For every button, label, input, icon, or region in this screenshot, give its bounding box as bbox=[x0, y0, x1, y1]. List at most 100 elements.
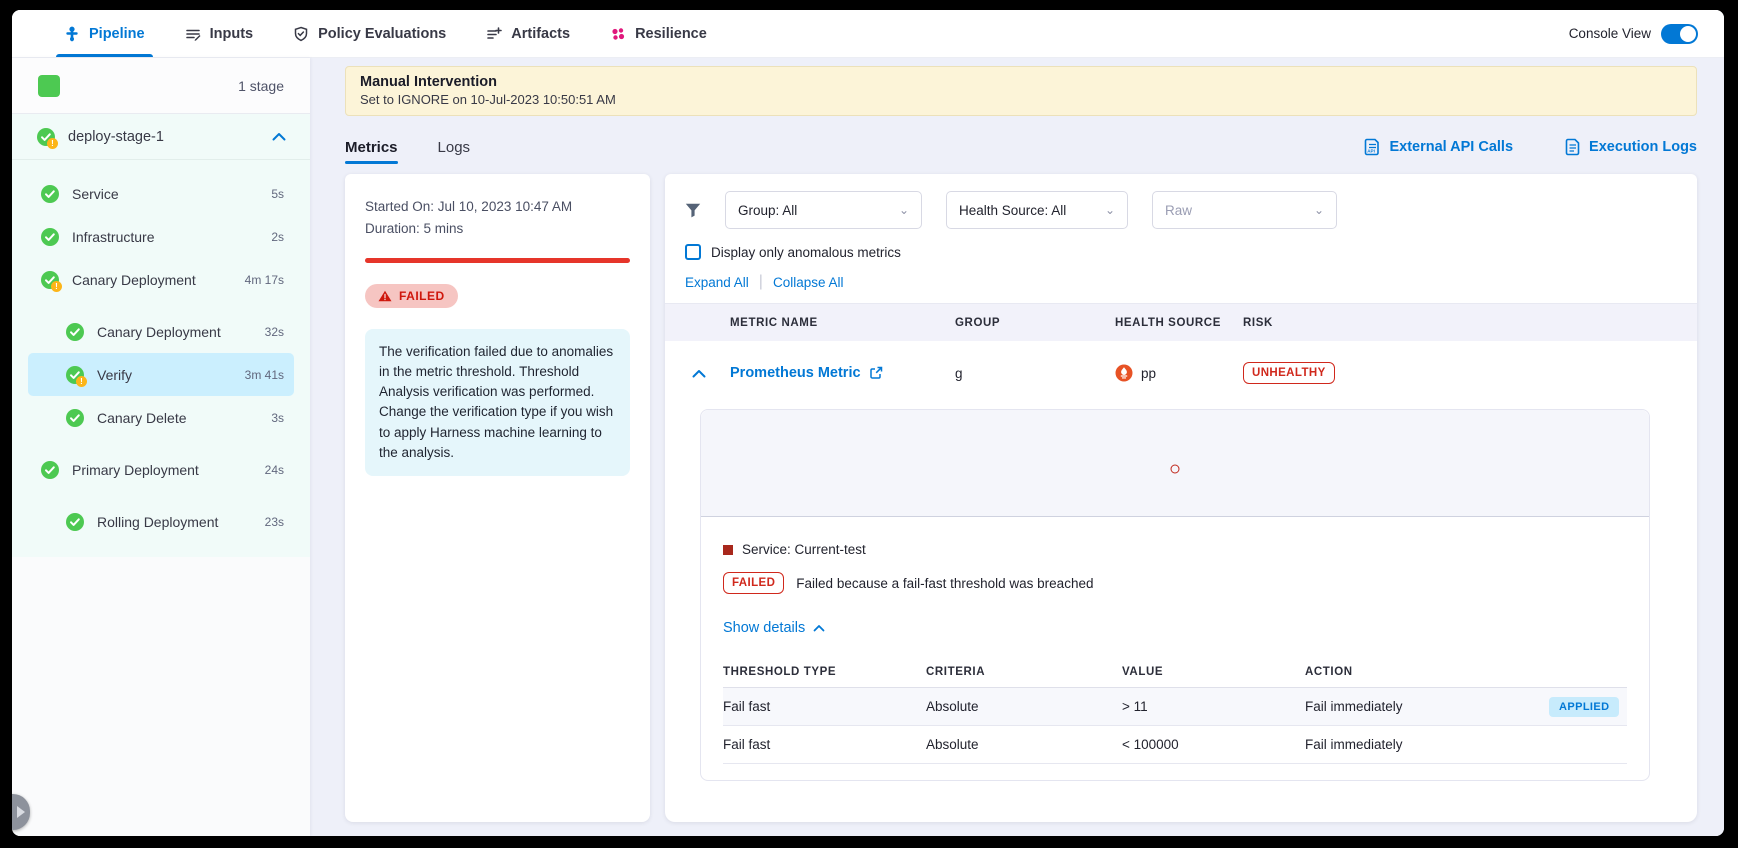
external-api-calls-link[interactable]: API External API Calls bbox=[1364, 138, 1513, 156]
success-check-icon bbox=[65, 322, 85, 342]
execution-logs-link[interactable]: Execution Logs bbox=[1565, 138, 1697, 156]
criteria-cell: Absolute bbox=[926, 737, 1122, 752]
threshold-row-1: Fail fast Absolute > 11 Fail immediately… bbox=[723, 688, 1627, 726]
chart-legend: Service: Current-test bbox=[723, 542, 1649, 557]
collapse-row-chevron-icon[interactable] bbox=[692, 369, 706, 378]
step-label: Rolling Deployment bbox=[97, 514, 218, 530]
pipeline-icon bbox=[64, 26, 80, 42]
risk-badge-unhealthy: UNHEALTHY bbox=[1243, 362, 1335, 384]
data-point-marker[interactable] bbox=[1171, 465, 1180, 474]
step-rolling-deployment[interactable]: Rolling Deployment 23s bbox=[12, 500, 310, 543]
tab-pipeline-label: Pipeline bbox=[89, 26, 145, 42]
tab-metrics[interactable]: Metrics bbox=[345, 139, 398, 164]
step-verify[interactable]: Verify 3m 41s bbox=[28, 353, 294, 396]
threshold-row-2: Fail fast Absolute < 100000 Fail immedia… bbox=[723, 726, 1627, 764]
step-canary-deployment[interactable]: Canary Deployment 32s bbox=[12, 310, 310, 353]
step-canary-deployment-group[interactable]: Canary Deployment 4m 17s bbox=[12, 258, 310, 301]
stage-label: deploy-stage-1 bbox=[68, 129, 164, 145]
col-risk: RISK bbox=[1243, 317, 1697, 329]
col-criteria: CRITERIA bbox=[926, 666, 1122, 678]
verification-message: The verification failed due to anomalies… bbox=[365, 329, 630, 477]
console-view-toggle[interactable] bbox=[1661, 24, 1698, 44]
metric-name-link[interactable]: Prometheus Metric bbox=[730, 365, 955, 381]
raw-filter-placeholder: Raw bbox=[1165, 203, 1192, 218]
tab-inputs[interactable]: Inputs bbox=[185, 10, 254, 57]
expand-all-link[interactable]: Expand All bbox=[685, 275, 749, 290]
chevron-down-icon: ⌄ bbox=[1105, 203, 1115, 217]
verification-summary-card: Started On: Jul 10, 2023 10:47 AM Durati… bbox=[345, 174, 650, 822]
group-filter-dropdown[interactable]: Group: All ⌄ bbox=[725, 191, 922, 229]
value-cell: > 11 bbox=[1122, 699, 1305, 714]
chevron-down-icon: ⌄ bbox=[899, 203, 909, 217]
legend-swatch bbox=[723, 545, 733, 555]
metric-chart-plot bbox=[701, 410, 1649, 517]
tab-resilience[interactable]: Resilience bbox=[610, 10, 707, 57]
main-content: Manual Intervention Set to IGNORE on 10-… bbox=[310, 58, 1724, 836]
artifacts-icon bbox=[486, 26, 502, 42]
threshold-table-header: THRESHOLD TYPE CRITERIA VALUE ACTION bbox=[723, 656, 1627, 688]
banner-title: Manual Intervention bbox=[360, 74, 1682, 90]
top-navigation: Pipeline Inputs Policy Evaluations Artif… bbox=[12, 10, 1724, 58]
success-check-icon bbox=[40, 184, 60, 204]
toggle-knob bbox=[1680, 26, 1696, 42]
threshold-type-cell: Fail fast bbox=[723, 699, 926, 714]
console-view-label: Console View bbox=[1569, 26, 1651, 41]
health-source-filter-dropdown[interactable]: Health Source: All ⌄ bbox=[946, 191, 1128, 229]
stage-warning-success-icon bbox=[36, 127, 56, 147]
failed-status-chip: FAILED bbox=[365, 284, 458, 308]
step-duration: 4m 17s bbox=[245, 273, 284, 287]
duration-label: Duration: 5 mins bbox=[365, 218, 630, 240]
sidebar-stage-deploy-stage-1[interactable]: deploy-stage-1 bbox=[12, 114, 310, 160]
tab-artifacts[interactable]: Artifacts bbox=[486, 10, 570, 57]
warning-success-icon bbox=[65, 365, 85, 385]
step-infrastructure[interactable]: Infrastructure 2s bbox=[12, 215, 310, 258]
anomalous-metrics-checkbox-row[interactable]: Display only anomalous metrics bbox=[685, 244, 1697, 260]
step-duration: 5s bbox=[271, 187, 284, 201]
col-threshold-type: THRESHOLD TYPE bbox=[723, 666, 926, 678]
warning-success-icon bbox=[40, 270, 60, 290]
col-health-source: HEALTH SOURCE bbox=[1115, 317, 1243, 329]
col-group: GROUP bbox=[955, 317, 1115, 329]
inputs-icon bbox=[185, 26, 201, 42]
document-icon bbox=[1565, 138, 1581, 156]
criteria-cell: Absolute bbox=[926, 699, 1122, 714]
anomalous-metrics-label: Display only anomalous metrics bbox=[711, 245, 901, 260]
filter-bar: Group: All ⌄ Health Source: All ⌄ Raw ⌄ bbox=[665, 191, 1697, 229]
tab-pipeline[interactable]: Pipeline bbox=[64, 10, 145, 57]
success-check-icon bbox=[65, 512, 85, 532]
success-check-icon bbox=[65, 408, 85, 428]
warning-triangle-icon bbox=[378, 290, 392, 302]
step-label: Canary Deployment bbox=[97, 324, 221, 340]
external-link-icon[interactable] bbox=[869, 366, 883, 380]
step-service[interactable]: Service 5s bbox=[12, 172, 310, 215]
step-duration: 24s bbox=[265, 463, 284, 477]
prometheus-icon bbox=[1115, 364, 1133, 382]
step-duration: 2s bbox=[271, 230, 284, 244]
app-window: Pipeline Inputs Policy Evaluations Artif… bbox=[12, 10, 1724, 836]
show-details-link[interactable]: Show details bbox=[723, 620, 1649, 636]
success-check-icon bbox=[40, 460, 60, 480]
tab-logs[interactable]: Logs bbox=[438, 139, 471, 164]
raw-filter-dropdown[interactable]: Raw ⌄ bbox=[1152, 191, 1337, 229]
filter-funnel-icon[interactable] bbox=[685, 203, 701, 218]
tab-policy-evaluations[interactable]: Policy Evaluations bbox=[293, 10, 446, 57]
manual-intervention-banner: Manual Intervention Set to IGNORE on 10-… bbox=[345, 66, 1697, 116]
step-label: Infrastructure bbox=[72, 229, 154, 245]
step-primary-deployment[interactable]: Primary Deployment 24s bbox=[12, 448, 310, 491]
metric-name-label: Prometheus Metric bbox=[730, 365, 861, 381]
execution-logs-label: Execution Logs bbox=[1589, 139, 1697, 155]
legend-label: Service: Current-test bbox=[742, 542, 866, 557]
failed-progress-bar bbox=[365, 258, 630, 263]
started-on-label: Started On: Jul 10, 2023 10:47 AM bbox=[365, 196, 630, 218]
success-check-icon bbox=[40, 227, 60, 247]
step-canary-delete[interactable]: Canary Delete 3s bbox=[12, 396, 310, 439]
api-document-icon: API bbox=[1364, 138, 1381, 156]
metrics-table-header: METRIC NAME GROUP HEALTH SOURCE RISK bbox=[665, 304, 1697, 341]
anomalous-metrics-checkbox[interactable] bbox=[685, 244, 701, 260]
tab-artifacts-label: Artifacts bbox=[511, 26, 570, 42]
svg-text:API: API bbox=[1368, 149, 1376, 154]
expand-collapse-links: Expand All | Collapse All bbox=[685, 273, 1697, 291]
chevron-up-icon[interactable] bbox=[272, 128, 286, 146]
shield-check-icon bbox=[293, 26, 309, 42]
collapse-all-link[interactable]: Collapse All bbox=[773, 275, 844, 290]
